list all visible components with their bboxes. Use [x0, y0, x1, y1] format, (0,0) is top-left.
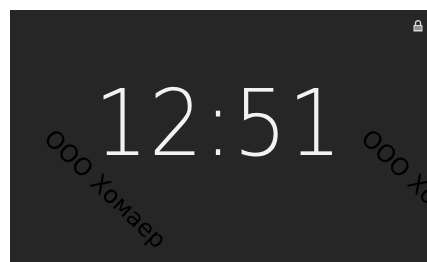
lock-icon: [413, 19, 423, 32]
